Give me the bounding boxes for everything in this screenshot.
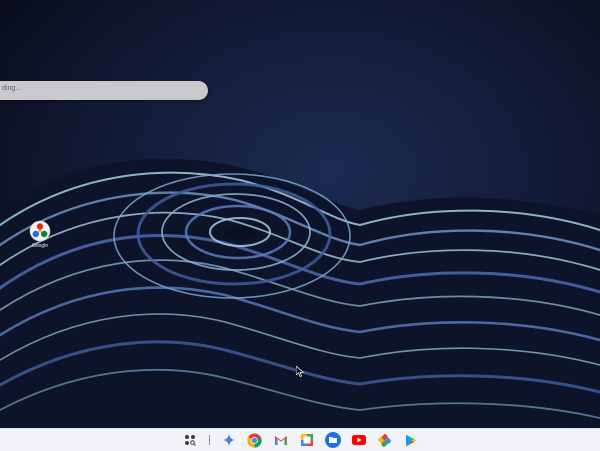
gemini-icon (222, 434, 235, 446)
youtube-button[interactable] (350, 431, 368, 449)
gmail-icon (274, 435, 287, 445)
gemini-button[interactable] (220, 431, 238, 449)
desktop-shortcut-google[interactable]: Google (26, 220, 54, 249)
youtube-icon (351, 435, 366, 445)
desktop-shortcut-label: Google (31, 243, 49, 249)
google-docs-icon (300, 434, 313, 446)
files-icon (324, 432, 341, 448)
google-photos-icon (378, 433, 391, 447)
shelf-divider (208, 435, 210, 445)
google-play-icon (405, 434, 416, 446)
google-apps-folder-icon (29, 220, 51, 242)
files-button[interactable] (324, 431, 342, 449)
chrome-icon (247, 432, 262, 448)
gmail-button[interactable] (272, 431, 290, 449)
google-docs-button[interactable] (298, 431, 316, 449)
chrome-button[interactable] (246, 431, 264, 449)
shelf (0, 428, 600, 451)
launcher-button[interactable] (181, 431, 199, 449)
google-photos-button[interactable] (376, 431, 394, 449)
loading-bar: ding... (0, 81, 208, 100)
google-play-button[interactable] (402, 431, 420, 449)
desktop-wallpaper (0, 0, 600, 428)
launcher-icon (184, 435, 196, 446)
loading-text: ding... (2, 85, 22, 92)
mouse-cursor-icon (296, 366, 304, 377)
